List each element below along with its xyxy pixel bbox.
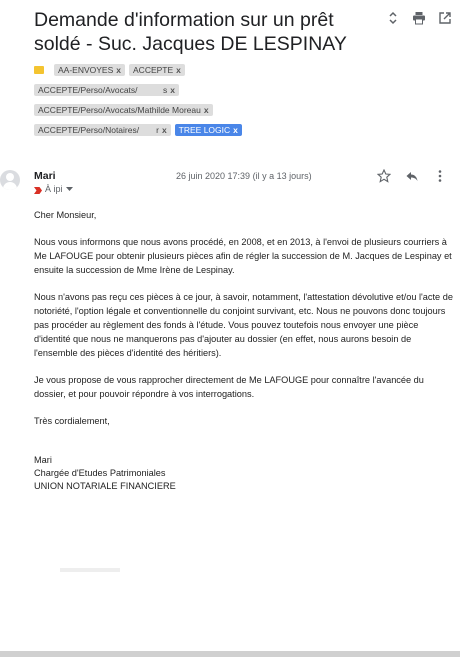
header-actions <box>385 10 453 26</box>
faint-line <box>60 568 120 572</box>
signature-title: Chargée d'Etudes Patrimoniales <box>34 468 166 478</box>
star-icon[interactable] <box>376 168 392 184</box>
caret-down-icon[interactable] <box>65 184 73 194</box>
reply-icon[interactable] <box>404 168 420 184</box>
label-chip[interactable]: ACCEPTE/Perso/Avocats/ sx <box>34 84 180 96</box>
unfold-more-icon[interactable] <box>385 10 401 26</box>
greeting: Cher Monsieur, <box>34 210 97 220</box>
bottom-scroll-bar[interactable] <box>0 651 460 657</box>
label-chip[interactable]: ACCEPTE x <box>129 64 185 76</box>
email-date: 26 juin 2020 17:39 (il y a 13 jours) <box>176 171 312 181</box>
label-remove-icon[interactable]: x <box>162 124 167 136</box>
signature-company: UNION NOTARIALE FINANCIERE <box>34 481 176 491</box>
label-remove-icon[interactable]: x <box>170 84 175 96</box>
recipient-text: À ipi <box>45 184 63 194</box>
print-icon[interactable] <box>411 10 427 26</box>
sender-name[interactable]: Mari <box>34 170 56 182</box>
label-row: ACCEPTE/Perso/Avocats/ sx <box>34 80 454 100</box>
body-paragraph: Je vous propose de vous rapprocher direc… <box>34 375 424 399</box>
label-chip[interactable]: ACCEPTE/Perso/Notaires/ rx <box>34 124 171 136</box>
email-subject: Demande d'information sur un prêt soldé … <box>34 9 347 55</box>
important-marker-icon[interactable] <box>34 186 42 194</box>
label-chip[interactable]: ACCEPTE/Perso/Avocats/Mathilde Moreau x <box>34 104 213 116</box>
open-in-new-window-icon[interactable] <box>437 10 453 26</box>
signature: Mari Chargée d'Etudes Patrimoniales UNIO… <box>34 454 454 493</box>
label-remove-icon[interactable]: x <box>204 104 209 116</box>
email-body: Cher Monsieur, Nous vous informons que n… <box>34 208 454 493</box>
signature-name: Mari <box>34 455 52 465</box>
label-row: AA-ENVOYES x ACCEPTE x <box>34 60 454 80</box>
label-remove-icon[interactable]: x <box>233 124 238 136</box>
recipient-line[interactable]: À ipi <box>34 184 73 194</box>
label-chip-tree-logic[interactable]: TREE LOGIC x <box>174 124 242 136</box>
label-list: AA-ENVOYES x ACCEPTE x ACCEPTE/Perso/Avoca… <box>34 60 454 140</box>
body-paragraph: Nous n'avons pas reçu ces pièces à ce jo… <box>34 292 453 358</box>
closing: Très cordialement, <box>34 416 110 426</box>
avatar-icon[interactable] <box>0 170 20 190</box>
more-vert-icon[interactable] <box>432 168 448 184</box>
label-row: ACCEPTE/Perso/Avocats/Mathilde Moreau x <box>34 100 454 120</box>
folder-icon <box>34 66 44 74</box>
body-paragraph: Nous vous informons que nous avons procé… <box>34 237 452 275</box>
label-remove-icon[interactable]: x <box>176 64 181 76</box>
message-actions <box>376 168 448 184</box>
label-chip[interactable]: AA-ENVOYES x <box>54 64 126 76</box>
label-row: ACCEPTE/Perso/Notaires/ rx TREE LOGIC x <box>34 120 454 140</box>
label-remove-icon[interactable]: x <box>116 64 121 76</box>
